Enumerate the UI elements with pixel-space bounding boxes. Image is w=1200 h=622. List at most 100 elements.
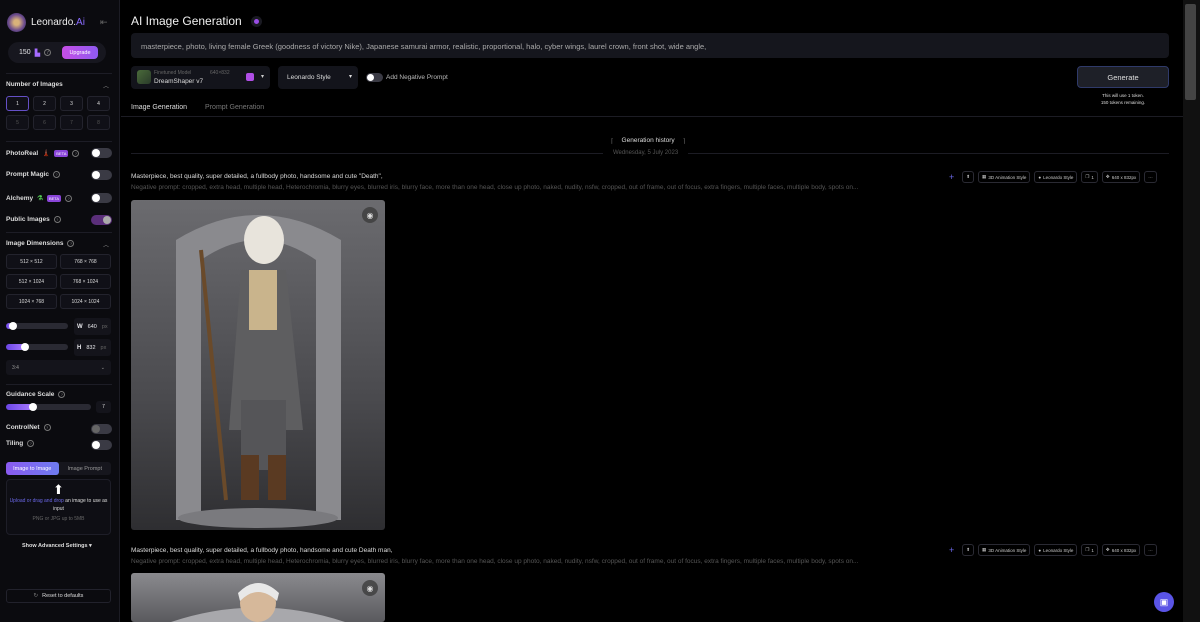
count-chip[interactable]: ❐ 1 <box>1081 171 1098 183</box>
dim-option[interactable]: 1024 × 768 <box>6 294 57 309</box>
preset-chip[interactable]: ● Leonardo Style <box>1034 544 1078 556</box>
aspect-ratio-select[interactable]: 3:4 ⌄ <box>6 360 111 375</box>
generation-negative-prompt: Negative prompt: cropped, extra head, mu… <box>131 558 859 565</box>
image-content <box>176 215 341 528</box>
negative-prompt-toggle[interactable] <box>366 73 383 82</box>
generated-image[interactable]: ◉ <box>131 200 385 530</box>
generation-history[interactable]: ⌈ Generation history ⌉ <box>611 137 685 145</box>
label: Image Dimensions <box>6 240 64 247</box>
width-value[interactable]: 640 <box>88 324 97 330</box>
num-images-4[interactable]: 4 <box>87 96 110 111</box>
guidance-value[interactable]: 7 <box>96 401 111 413</box>
tab-image-to-image[interactable]: Image to Image <box>6 462 59 475</box>
height-slider[interactable] <box>6 343 68 351</box>
num-images-1[interactable]: 1 <box>6 96 29 111</box>
alchemy-toggle[interactable] <box>91 193 112 203</box>
upload-dropzone[interactable]: ⬆ Upload or drag and drop an image to us… <box>6 479 111 535</box>
num-images-3[interactable]: 3 <box>60 96 83 111</box>
more-button[interactable]: ··· <box>1144 544 1157 556</box>
scrollbar-thumb[interactable] <box>1185 4 1196 100</box>
dim-option[interactable]: 768 × 1024 <box>60 274 111 289</box>
images-icon: ❐ <box>1085 547 1090 552</box>
help-icon[interactable]: ? <box>44 49 52 56</box>
num-images-6[interactable]: 6 <box>33 115 56 130</box>
tab-image-prompt[interactable]: Image Prompt <box>59 462 112 475</box>
controlnet-toggle[interactable] <box>91 424 112 434</box>
reset-button[interactable]: ↻ Reset to defaults <box>6 589 111 603</box>
size-chip[interactable]: ✥ 640 x 832px <box>1101 171 1141 183</box>
dimension-grid: 512 × 512 768 × 768 512 × 1024 768 × 102… <box>6 254 111 309</box>
prompt-input[interactable]: masterpiece, photo, living female Greek … <box>131 33 1169 58</box>
style-chip[interactable]: ▦ 3D Animation Style <box>978 544 1031 556</box>
help-icon[interactable]: ? <box>27 440 35 447</box>
chip-label: Leonardo Style <box>1043 174 1074 180</box>
model-dims: 640×832 <box>210 70 230 76</box>
images-icon: ❐ <box>1085 174 1090 179</box>
photoreal-toggle[interactable] <box>91 148 112 158</box>
chat-support-button[interactable]: ▣ <box>1154 592 1174 612</box>
dim-option[interactable]: 512 × 1024 <box>6 274 57 289</box>
tiling-toggle[interactable] <box>91 440 112 450</box>
eye-icon[interactable]: ◉ <box>362 207 378 223</box>
preset-chip[interactable]: ● Leonardo Style <box>1034 171 1078 183</box>
dim-option[interactable]: 1024 × 1024 <box>60 294 111 309</box>
help-icon[interactable]: ? <box>53 216 61 223</box>
help-icon[interactable]: ? <box>67 240 75 247</box>
generation-chips: + ⬆ ▦ 3D Animation Style ● Leonardo Style … <box>949 171 1157 183</box>
info-icon[interactable] <box>250 15 262 27</box>
num-images-2[interactable]: 2 <box>33 96 56 111</box>
image-dimensions-heading: Image Dimensions? <box>6 240 75 247</box>
model-name: DreamShaper v7 <box>154 78 204 85</box>
num-images-5[interactable]: 5 <box>6 115 29 130</box>
generated-image[interactable]: ◉ <box>131 573 385 622</box>
count-chip[interactable]: ❐ 1 <box>1081 544 1098 556</box>
style-thumb-icon: ▦ <box>982 174 987 179</box>
scrollbar[interactable] <box>1183 0 1200 622</box>
dim-option[interactable]: 768 × 768 <box>60 254 111 269</box>
help-icon[interactable]: ? <box>58 391 66 398</box>
logo[interactable]: Leonardo. Ai <box>7 13 85 32</box>
chat-icon: ▣ <box>1159 596 1169 607</box>
num-images-7[interactable]: 7 <box>60 115 83 130</box>
model-select[interactable]: Finetuned Model 640×832 DreamShaper v7 ▾ <box>131 66 270 89</box>
public-images-toggle[interactable] <box>91 215 112 225</box>
move-icon: ✥ <box>1105 174 1110 179</box>
bracket-icon: ⌉ <box>682 138 686 145</box>
collapse-sidebar-icon[interactable]: ⇤ <box>100 17 108 28</box>
dim-option[interactable]: 512 × 512 <box>6 254 57 269</box>
size-chip[interactable]: ✥ 640 x 832px <box>1101 544 1141 556</box>
guidance-slider[interactable] <box>6 403 91 411</box>
prompt-magic-toggle[interactable] <box>91 170 112 180</box>
show-advanced-settings[interactable]: Show Advanced Settings ▾ <box>22 543 92 549</box>
num-images-8[interactable]: 8 <box>87 115 110 130</box>
help-icon[interactable]: ? <box>65 194 73 202</box>
height-field[interactable]: H 832 px <box>74 339 111 356</box>
divider <box>121 116 1183 117</box>
style-select[interactable]: Leonardo Style ▾ <box>278 66 358 89</box>
eye-icon[interactable]: ◉ <box>362 580 378 596</box>
style-chip[interactable]: ▦ 3D Animation Style <box>978 171 1031 183</box>
beta-badge: BETA <box>46 194 62 202</box>
more-button[interactable]: ··· <box>1144 171 1157 183</box>
help-icon[interactable]: ? <box>72 149 80 157</box>
pin-button[interactable]: ⬆ <box>962 544 975 556</box>
height-value[interactable]: 832 <box>86 345 95 351</box>
guidance-scale-heading: Guidance Scale? <box>6 391 66 398</box>
pin-button[interactable]: ⬆ <box>962 171 975 183</box>
prompt-magic-row: Prompt Magic? <box>6 171 60 178</box>
upload-link[interactable]: Upload or drag and drop <box>10 498 64 504</box>
chevron-up-icon[interactable]: ︿ <box>103 240 109 249</box>
plus-icon[interactable]: + <box>949 545 954 555</box>
help-icon[interactable]: ? <box>43 424 51 431</box>
generate-button[interactable]: Generate <box>1077 66 1169 88</box>
width-slider[interactable] <box>6 322 68 330</box>
plus-icon[interactable]: + <box>949 172 954 182</box>
upgrade-button[interactable]: Upgrade <box>62 46 98 59</box>
chevron-down-icon: ⌄ <box>100 364 105 371</box>
help-icon[interactable]: ? <box>52 171 60 178</box>
width-field[interactable]: W 640 px <box>74 318 111 335</box>
history-label: Generation history <box>621 137 675 144</box>
negative-prompt-label: Add Negative Prompt <box>386 74 448 81</box>
chip-label: 640 x 832px <box>1111 547 1137 553</box>
chevron-up-icon[interactable]: ︿ <box>103 81 109 90</box>
